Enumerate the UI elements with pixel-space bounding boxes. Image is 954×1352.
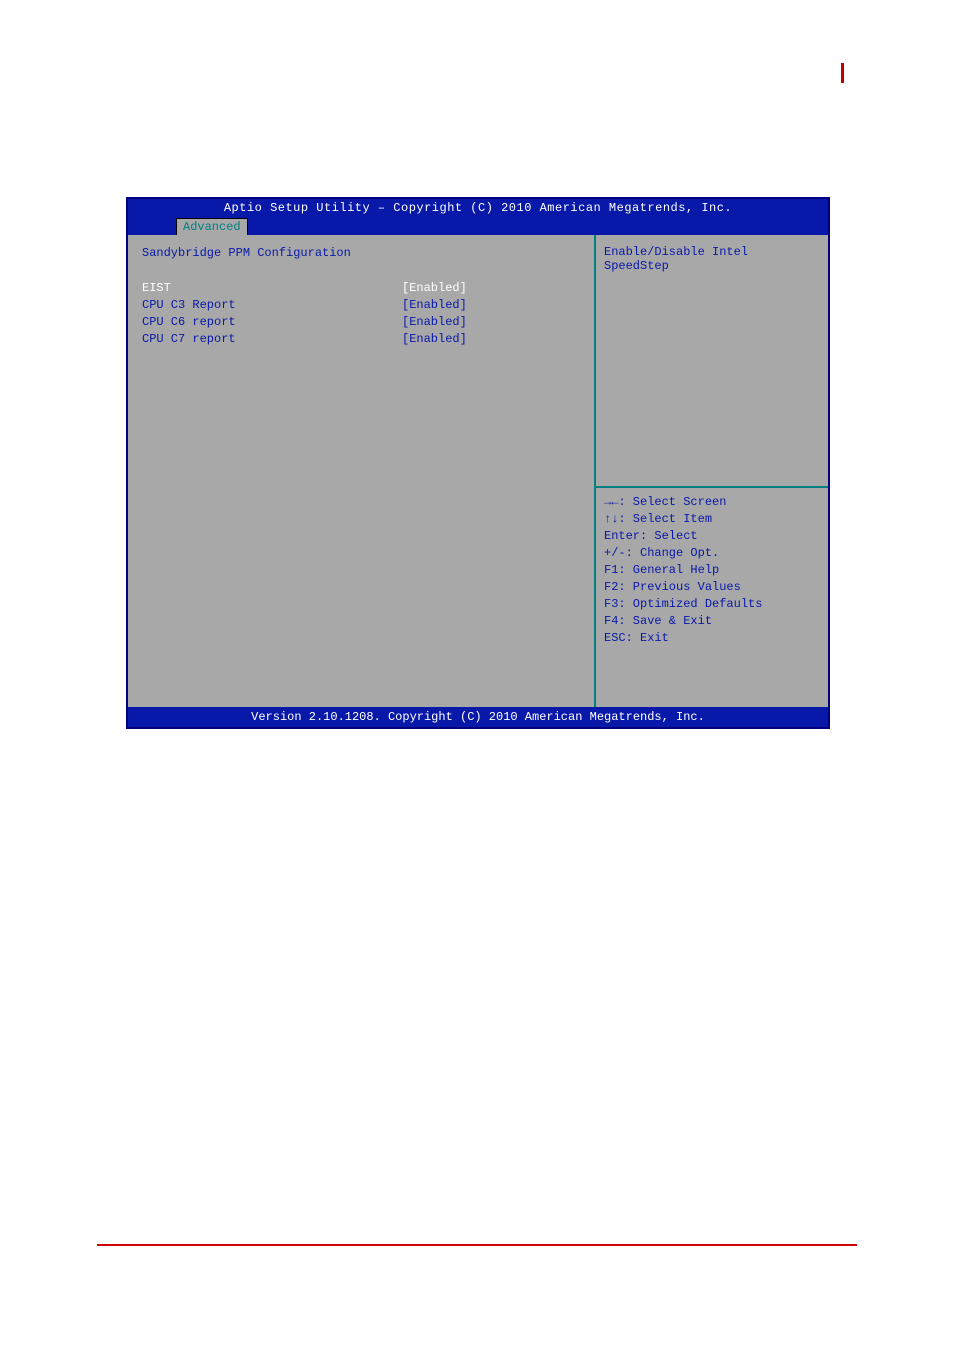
help-text: Enable/Disable Intel SpeedStep	[604, 245, 820, 273]
setting-value: [Enabled]	[402, 331, 467, 348]
key-enter: Enter: Select	[604, 528, 820, 545]
tab-advanced[interactable]: Advanced	[176, 218, 248, 235]
tab-bar: Advanced	[176, 217, 248, 235]
bios-title-bar: Aptio Setup Utility – Copyright (C) 2010…	[128, 199, 828, 235]
section-title: Sandybridge PPM Configuration	[142, 245, 580, 262]
key-esc: ESC: Exit	[604, 630, 820, 647]
key-change-opt: +/-: Change Opt.	[604, 545, 820, 562]
setting-cpu-c6-report[interactable]: CPU C6 report [Enabled]	[142, 314, 580, 331]
help-divider	[596, 486, 828, 488]
setting-eist[interactable]: EIST [Enabled]	[142, 280, 580, 297]
setting-label: CPU C7 report	[142, 331, 402, 348]
settings-pane: Sandybridge PPM Configuration EIST [Enab…	[128, 235, 594, 707]
key-f2: F2: Previous Values	[604, 579, 820, 596]
key-select-item: ↑↓: Select Item	[604, 511, 820, 528]
bios-content: Sandybridge PPM Configuration EIST [Enab…	[128, 235, 828, 707]
setting-cpu-c7-report[interactable]: CPU C7 report [Enabled]	[142, 331, 580, 348]
setting-cpu-c3-report[interactable]: CPU C3 Report [Enabled]	[142, 297, 580, 314]
key-f4: F4: Save & Exit	[604, 613, 820, 630]
key-f3: F3: Optimized Defaults	[604, 596, 820, 613]
setting-value: [Enabled]	[402, 297, 467, 314]
key-help: →←: Select Screen ↑↓: Select Item Enter:…	[604, 494, 820, 697]
setting-label: CPU C3 Report	[142, 297, 402, 314]
help-pane: Enable/Disable Intel SpeedStep →←: Selec…	[594, 235, 828, 707]
key-select-screen: →←: Select Screen	[604, 494, 820, 511]
setting-value: [Enabled]	[402, 280, 467, 297]
key-f1: F1: General Help	[604, 562, 820, 579]
page-footer-rule	[97, 1244, 857, 1246]
bios-title: Aptio Setup Utility – Copyright (C) 2010…	[128, 199, 828, 215]
setting-value: [Enabled]	[402, 314, 467, 331]
setting-label: CPU C6 report	[142, 314, 402, 331]
page-accent-bar	[841, 63, 844, 83]
bios-footer: Version 2.10.1208. Copyright (C) 2010 Am…	[128, 707, 828, 727]
setting-label: EIST	[142, 280, 402, 297]
bios-window: Aptio Setup Utility – Copyright (C) 2010…	[126, 197, 830, 729]
